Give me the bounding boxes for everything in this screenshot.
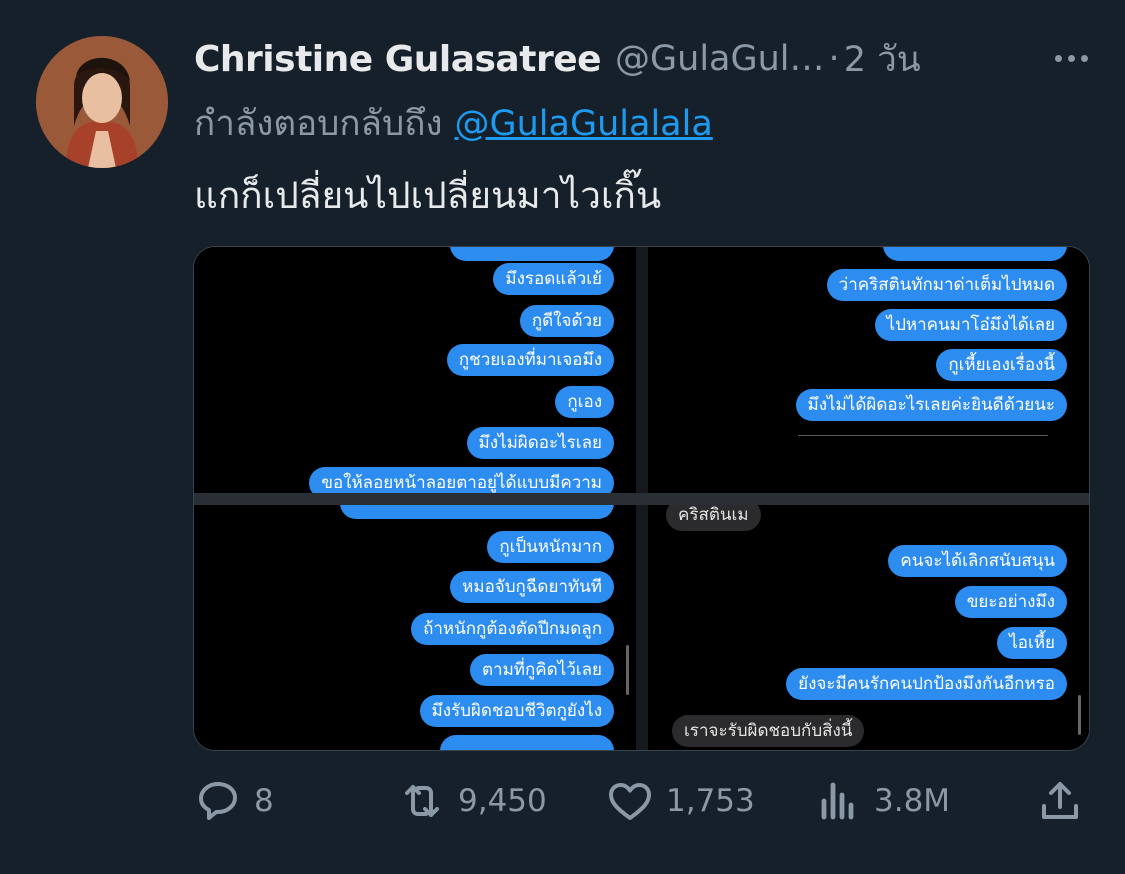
chat-bubble: ว่าคริสตินทักมาด่าเต็มไปหมด xyxy=(826,269,1067,301)
views-icon xyxy=(821,782,854,820)
action-bar: 8 9,450 1,753 3.8M xyxy=(194,770,1094,832)
author-handle[interactable]: @GulaGul… xyxy=(615,39,825,79)
views-button[interactable]: 3.8M xyxy=(814,770,950,832)
avatar[interactable] xyxy=(36,36,168,168)
author-name[interactable]: Christine Gulasatree xyxy=(194,39,602,80)
reply-count: 8 xyxy=(254,783,274,819)
media-image-top-left[interactable]: มึงรอดแล้วเย้ กูดีใจด้วย กูชวยเองที่มาเจ… xyxy=(194,247,636,493)
chat-bubble: ยังจะมีคนรักคนปกป้องมึงกันอีกหรอ xyxy=(786,668,1067,700)
scrollbar[interactable] xyxy=(1078,695,1081,735)
chat-bubble-cut xyxy=(883,247,1067,261)
tweet-header: Christine Gulasatree @GulaGul… · 2 วัน xyxy=(194,34,1094,84)
reply-context: กำลังตอบกลับถึง @GulaGulalala xyxy=(194,96,713,151)
chat-bubble-cut xyxy=(440,735,614,750)
like-icon xyxy=(609,783,651,820)
chat-bubble: มึงไม่ผิดอะไรเลย xyxy=(466,427,614,459)
reply-to-link[interactable]: @GulaGulalala xyxy=(455,104,713,144)
chat-bubble: ไปหาคนมาโอ๋มึงได้เลย xyxy=(874,309,1067,341)
reply-icon xyxy=(199,782,237,820)
chat-bubble-received: เราจะรับผิดชอบกับสิ่งนี้ xyxy=(672,715,865,747)
retweet-count: 9,450 xyxy=(458,783,547,819)
media-divider-horizontal xyxy=(194,493,1089,505)
like-count: 1,753 xyxy=(666,783,755,819)
tweet-time[interactable]: 2 วัน xyxy=(844,32,921,87)
chat-bubble: กูเหี้ยเองเรื่องนี้ xyxy=(936,349,1067,381)
reply-prefix: กำลังตอบกลับถึง xyxy=(194,104,443,144)
media-image-top-right[interactable]: ว่าคริสตินทักมาด่าเต็มไปหมด ไปหาคนมาโอ๋ม… xyxy=(648,247,1089,493)
chat-bubble: ขอให้ลอยหน้าลอยตาอยู่ได้แบบมีความ xyxy=(309,467,614,493)
share-icon xyxy=(1042,782,1078,819)
chat-bubble: กูชวยเองที่มาเจอมึง xyxy=(446,344,614,376)
chat-bubble: ขยะอย่างมึง xyxy=(954,586,1067,618)
chat-bubble: กูดีใจด้วย xyxy=(519,305,614,337)
chat-bubble-cut xyxy=(340,505,614,519)
chat-bubble: กูเป็นหนักมาก xyxy=(487,531,614,563)
media-image-bottom-left[interactable]: กูเป็นหนักมาก หมอจับกูฉีดยาทันที ถ้าหนัก… xyxy=(194,505,636,750)
like-button[interactable]: 1,753 xyxy=(606,770,755,832)
chat-bubble-received: คริสตินเม xyxy=(666,505,761,531)
chat-bubble: มึงไม่ได้ผิดอะไรเลยค่ะยินดีด้วยนะ xyxy=(795,389,1067,421)
share-button[interactable] xyxy=(1036,770,1096,832)
reply-button[interactable]: 8 xyxy=(194,770,274,832)
retweet-icon xyxy=(405,785,439,817)
avatar-image xyxy=(36,36,168,168)
separator-dot: · xyxy=(828,39,840,79)
chat-bubble: กูเอง xyxy=(555,386,614,418)
chat-bubble: ถ้าหนักกูต้องตัดปีกมดลูก xyxy=(411,613,614,645)
chat-bubble: มึงรับผิดชอบชีวิตกูยังไง xyxy=(419,695,614,727)
tweet-media[interactable]: มึงรอดแล้วเย้ กูดีใจด้วย กูชวยเองที่มาเจ… xyxy=(193,246,1090,751)
media-image-bottom-right[interactable]: คริสตินเม คนจะได้เลิกสนับสนุน ขยะอย่างมึ… xyxy=(648,505,1089,750)
retweet-button[interactable]: 9,450 xyxy=(398,770,547,832)
chat-bubble: ไอเหี้ย xyxy=(997,627,1067,659)
tweet-text: แกก็เปลี่ยนไปเปลี่ยนมาไวเกิ๊น xyxy=(194,174,662,217)
view-count: 3.8M xyxy=(874,783,951,819)
chat-bubble-cut xyxy=(450,247,614,261)
chat-bubble: ตามที่กูคิดไว้เลย xyxy=(470,654,614,686)
divider-line xyxy=(798,435,1048,436)
chat-bubble: หมอจับกูฉีดยาทันที xyxy=(450,571,614,603)
chat-bubble: มึงรอดแล้วเย้ xyxy=(493,263,614,295)
more-icon[interactable] xyxy=(1041,36,1101,80)
scrollbar[interactable] xyxy=(626,645,629,695)
chat-bubble: คนจะได้เลิกสนับสนุน xyxy=(888,545,1067,577)
